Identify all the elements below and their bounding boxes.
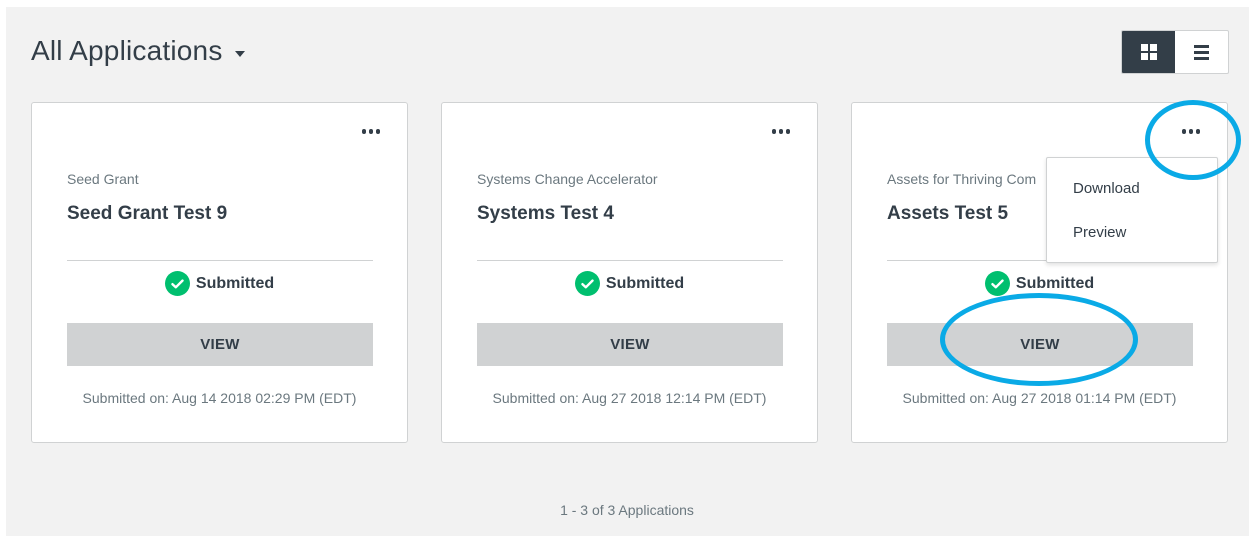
check-circle-icon: [984, 271, 1010, 296]
application-card: Assets for Thriving Com Assets Test 5 Su…: [851, 102, 1228, 443]
application-name: Assets Test 5: [887, 203, 1009, 224]
more-options-icon[interactable]: [1181, 125, 1200, 138]
view-button[interactable]: VIEW: [887, 323, 1193, 366]
more-options-icon[interactable]: [771, 125, 790, 138]
grid-view-button[interactable]: [1122, 31, 1175, 73]
menu-item-download[interactable]: Download: [1047, 166, 1217, 210]
submitted-date: Submitted on: Aug 27 2018 01:14 PM (EDT): [902, 390, 1177, 406]
options-dropdown-menu: Download Preview: [1046, 157, 1218, 263]
status-badge: Submitted: [442, 271, 817, 296]
application-name: Systems Test 4: [477, 203, 614, 224]
status-label: Submitted: [605, 274, 685, 292]
program-name: Seed Grant: [67, 171, 139, 187]
menu-item-preview[interactable]: Preview: [1047, 210, 1217, 254]
grid-icon: [1140, 44, 1157, 60]
status-badge: Submitted: [32, 271, 407, 296]
list-icon: [1194, 44, 1209, 60]
check-circle-icon: [574, 271, 600, 296]
applications-filter-dropdown[interactable]: All Applications: [31, 35, 245, 67]
pagination-summary: 1 - 3 of 3 Applications: [560, 502, 694, 518]
view-button[interactable]: VIEW: [477, 323, 783, 366]
more-options-icon[interactable]: [361, 125, 380, 138]
page-title: All Applications: [31, 35, 223, 66]
list-view-button[interactable]: [1175, 31, 1228, 73]
view-toggle: [1121, 30, 1229, 74]
caret-down-icon: [234, 51, 245, 57]
status-label: Submitted: [1015, 274, 1095, 292]
application-card: Systems Change Accelerator Systems Test …: [441, 102, 818, 443]
view-button[interactable]: VIEW: [67, 323, 373, 366]
program-name: Assets for Thriving Com: [887, 171, 1037, 187]
status-label: Submitted: [195, 274, 275, 292]
submitted-date: Submitted on: Aug 27 2018 12:14 PM (EDT): [492, 390, 767, 406]
submitted-date: Submitted on: Aug 14 2018 02:29 PM (EDT): [82, 390, 357, 406]
divider: [67, 260, 373, 261]
program-name: Systems Change Accelerator: [477, 171, 658, 187]
status-badge: Submitted: [852, 271, 1227, 296]
application-card: Seed Grant Seed Grant Test 9 Submitted V…: [31, 102, 408, 443]
divider: [477, 260, 783, 261]
check-circle-icon: [164, 271, 190, 296]
application-name: Seed Grant Test 9: [67, 203, 228, 224]
